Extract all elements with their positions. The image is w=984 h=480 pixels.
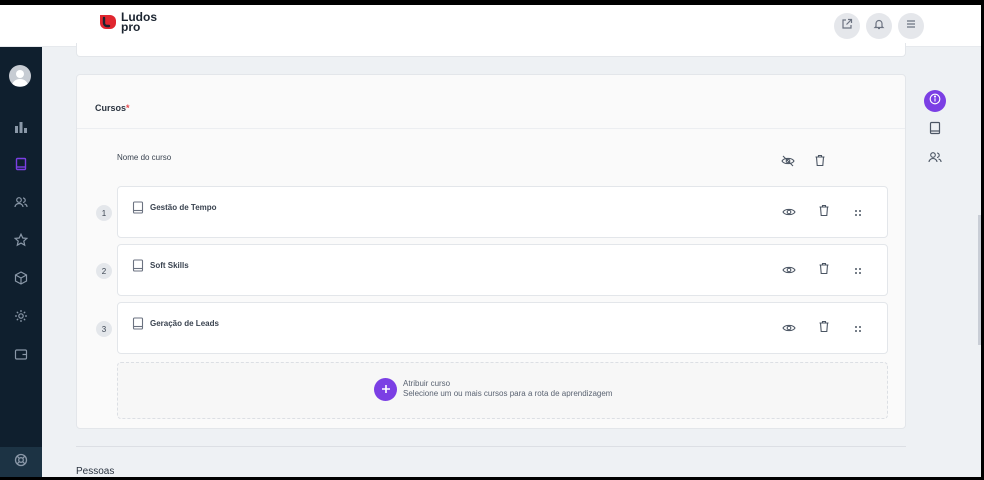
courses-card: Cursos* Nome do curso 1 Gestão de Tempo <box>76 74 906 429</box>
eye-icon <box>782 320 796 338</box>
book-icon <box>928 121 942 140</box>
avatar[interactable] <box>9 65 31 87</box>
drag-handle-icon <box>854 204 862 222</box>
assign-course-subtitle: Selecione um ou mais cursos para a rota … <box>403 389 613 398</box>
people-tab[interactable] <box>922 148 948 170</box>
star-icon[interactable] <box>11 230 31 250</box>
required-mark: * <box>126 103 130 113</box>
trash-icon <box>814 154 826 172</box>
top-bar: Ludos pro <box>0 5 981 47</box>
trash-icon <box>818 204 830 222</box>
course-row[interactable]: 3 Geração de Leads <box>96 302 888 354</box>
row-index: 1 <box>96 205 112 221</box>
delete-course-button[interactable] <box>815 320 833 338</box>
course-name: Geração de Leads <box>150 319 219 328</box>
left-sidebar <box>0 47 42 477</box>
row-index: 3 <box>96 321 112 337</box>
users-icon[interactable] <box>11 192 31 212</box>
previous-section-card <box>76 43 906 57</box>
delete-course-button[interactable] <box>815 262 833 280</box>
info-icon <box>929 92 941 110</box>
people-section-title: Pessoas <box>76 466 115 477</box>
column-header-course-name: Nome do curso <box>117 153 172 162</box>
trash-icon <box>818 320 830 338</box>
book-icon <box>131 200 145 214</box>
drag-handle[interactable] <box>849 262 867 280</box>
course-row[interactable]: 1 Gestão de Tempo <box>96 186 888 238</box>
eye-off-icon <box>781 154 795 172</box>
course-row[interactable]: 2 Soft Skills <box>96 244 888 296</box>
delete-all-button[interactable] <box>811 154 829 172</box>
toggle-visibility-button[interactable] <box>780 204 798 222</box>
drag-handle-icon <box>854 262 862 280</box>
course-name: Gestão de Tempo <box>150 203 217 212</box>
external-link-icon <box>841 17 853 35</box>
chart-icon[interactable] <box>11 117 31 137</box>
brand-logo[interactable]: Ludos pro <box>98 11 157 33</box>
plus-icon <box>381 381 391 399</box>
delete-course-button[interactable] <box>815 204 833 222</box>
trash-icon <box>818 262 830 280</box>
section-divider <box>76 446 906 447</box>
support-icon <box>14 453 28 472</box>
bell-icon <box>873 17 885 35</box>
app-window: Ludos pro Cursos* Nome do curso 1 Gestão… <box>0 5 981 477</box>
notifications-button[interactable] <box>866 13 892 39</box>
right-rail <box>922 90 948 177</box>
assign-course-dropzone[interactable]: Atribuir curso Selecione um ou mais curs… <box>117 362 888 419</box>
courses-tab[interactable] <box>922 119 948 141</box>
drag-handle-icon <box>854 320 862 338</box>
users-icon <box>928 150 942 169</box>
book-icon <box>131 258 145 272</box>
assign-course-title: Atribuir curso <box>403 379 451 388</box>
book-icon[interactable] <box>11 154 31 174</box>
info-tab[interactable] <box>924 90 946 112</box>
eye-icon <box>782 204 796 222</box>
toggle-all-visibility-button[interactable] <box>779 154 797 172</box>
scrollbar[interactable] <box>978 215 981 345</box>
support-button[interactable] <box>0 447 42 477</box>
row-index: 2 <box>96 263 112 279</box>
wallet-icon[interactable] <box>11 344 31 364</box>
book-icon <box>131 316 145 330</box>
toggle-visibility-button[interactable] <box>780 320 798 338</box>
drag-handle[interactable] <box>849 320 867 338</box>
toggle-visibility-button[interactable] <box>780 262 798 280</box>
assign-course-button[interactable] <box>374 378 397 401</box>
main-menu-button[interactable] <box>898 13 924 39</box>
eye-icon <box>782 262 796 280</box>
drag-handle[interactable] <box>849 204 867 222</box>
menu-icon <box>905 17 917 35</box>
box-icon[interactable] <box>11 268 31 288</box>
courses-title: Cursos* <box>95 103 130 113</box>
open-external-button[interactable] <box>834 13 860 39</box>
gear-icon[interactable] <box>11 306 31 326</box>
course-name: Soft Skills <box>150 261 189 270</box>
logo-mark-icon <box>98 12 118 32</box>
